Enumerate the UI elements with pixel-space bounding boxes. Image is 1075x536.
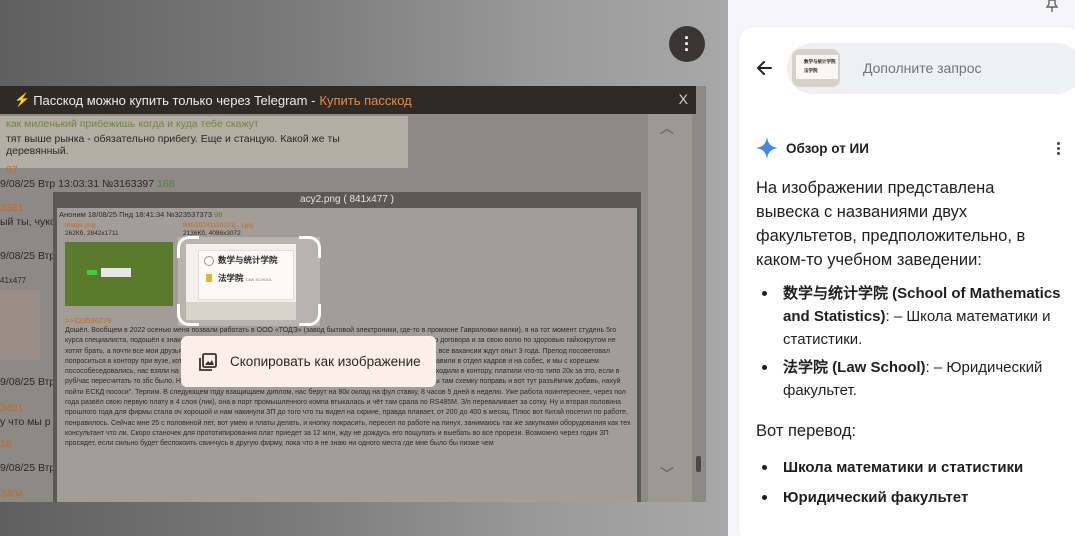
post-ref: 97 bbox=[6, 164, 18, 176]
post-meta: 9/08/25 Втр bbox=[0, 462, 56, 474]
post-number: 3401 bbox=[0, 402, 24, 414]
post-meta: 9/08/25 Втр bbox=[0, 250, 56, 262]
post-meta-count: 168 bbox=[157, 178, 175, 190]
emblem-icon bbox=[204, 256, 214, 266]
file-info: 262Кб, 2842x1711 bbox=[65, 230, 119, 237]
pcb-led bbox=[87, 270, 97, 275]
thumbnail-line-2: 法学院 bbox=[804, 68, 818, 73]
post-snippet: ый ты, чуко bbox=[0, 216, 56, 228]
thumbnail-line-1: 数学与统计学院 bbox=[804, 59, 836, 64]
ai-overview-title: Обзор от ИИ bbox=[786, 140, 869, 156]
post-number: 3404 bbox=[0, 488, 24, 500]
selection-handle-bottom-left[interactable] bbox=[177, 304, 199, 326]
copy-image-icon bbox=[199, 352, 217, 371]
file-name: IMG20241110101[...].jpg bbox=[183, 222, 254, 229]
ai-overview-menu-icon[interactable] bbox=[1051, 140, 1065, 158]
pcb-thumbnail bbox=[65, 242, 173, 306]
emblem-yellow bbox=[206, 274, 212, 282]
quote-line: как миленький прибежишь когда и куда теб… bbox=[6, 118, 259, 130]
post-meta: 9/08/25 Втр 13:03:31 №3163397 168 bbox=[0, 178, 175, 190]
search-input[interactable]: Дополните запрос bbox=[863, 43, 982, 94]
translation-heading: Вот перевод: bbox=[756, 422, 857, 440]
post-text: тят выше рынка - обязательно прибегу. Ещ… bbox=[6, 133, 340, 157]
buy-passcode-link: Купить пасскод bbox=[319, 92, 412, 108]
copy-as-image-label: Скопировать как изображение bbox=[230, 354, 421, 369]
post-thumbnail bbox=[0, 290, 40, 360]
sign-line-2-text: 法学院 bbox=[218, 273, 244, 283]
forum-post-snippet: как миленький прибежишь когда и куда теб… bbox=[0, 116, 408, 176]
sign-line-1: 数学与统计学院 bbox=[218, 255, 278, 265]
bullet-icon bbox=[762, 291, 767, 296]
banner-close-icon: X bbox=[678, 91, 688, 107]
copy-as-image-button[interactable]: Скопировать как изображение bbox=[181, 336, 436, 387]
post-number: 3381 bbox=[0, 202, 24, 214]
faculty-name: 法学院 (Law School) bbox=[783, 359, 926, 376]
telegram-banner: ⚡ Пасскод можно купить только через Tele… bbox=[0, 86, 696, 114]
chevron-down-icon: ﹀ bbox=[660, 466, 674, 482]
reply-link: >>323536279 bbox=[65, 316, 112, 325]
more-options-button[interactable]: · · · bbox=[669, 26, 705, 62]
viewer-title: acy2.png ( 841x477 ) bbox=[300, 194, 394, 205]
bolt-icon: ⚡ bbox=[14, 92, 31, 107]
pcb-chip bbox=[101, 268, 131, 277]
search-box[interactable]: 数学与统计学院 法学院 Дополните запрос bbox=[787, 43, 1075, 94]
file-name: image.png bbox=[65, 222, 96, 229]
selection-handle-top-right[interactable] bbox=[299, 236, 321, 258]
post-snippet: у что мы р bbox=[0, 416, 51, 428]
scroll-column: ︿ ﹀ bbox=[648, 114, 692, 502]
post-meta: 9/08/25 Втр bbox=[0, 376, 56, 388]
query-image-thumbnail[interactable]: 数学与统计学院 法学院 bbox=[792, 49, 840, 87]
back-arrow-icon[interactable] bbox=[753, 57, 775, 79]
inner-post-header: Аноним 18/08/25 Пнд 18:41:34 №323537373 … bbox=[59, 210, 222, 219]
selected-image[interactable]: 数学与统计学院 法学院 LAW SCHOOL bbox=[186, 244, 296, 320]
ai-overview-header: Обзор от ИИ bbox=[756, 137, 869, 159]
bullet-icon bbox=[762, 465, 767, 470]
bullet-icon bbox=[762, 495, 767, 500]
selection-handle-top-left[interactable] bbox=[177, 236, 199, 258]
translation-item: Юридический факультет bbox=[783, 489, 969, 506]
analyzed-screenshot: ⚡ Пасскод можно купить только через Tele… bbox=[0, 86, 706, 502]
translation-item: Школа математики и статистики bbox=[783, 459, 1024, 476]
photo-shadow bbox=[186, 302, 296, 320]
post-ref: 18 bbox=[0, 438, 12, 450]
more-vert-icon: · · · bbox=[684, 28, 690, 60]
inner-post-header-text: Аноним 18/08/25 Пнд 18:41:34 №323537373 bbox=[59, 210, 213, 219]
banner-text: Пасскод можно купить только через Telegr… bbox=[33, 92, 316, 108]
pin-icon[interactable] bbox=[1044, 0, 1060, 12]
post-snippet: 41x477 bbox=[0, 276, 27, 285]
bullet-icon bbox=[762, 365, 767, 370]
sign-line-2-small: LAW SCHOOL bbox=[245, 277, 273, 282]
lens-canvas[interactable]: · · · ⚡ Пасскод можно купить только через … bbox=[0, 0, 728, 536]
sparkle-icon bbox=[756, 137, 778, 159]
faculty-item: 数学与统计学院 (School of Mathematics and Stati… bbox=[783, 282, 1075, 351]
chevron-up-icon: ︿ bbox=[660, 120, 674, 136]
ai-overview-summary: На изображении представлена вывеска с на… bbox=[756, 179, 1026, 269]
faculty-item: 法学院 (Law School): – Юридический факульте… bbox=[783, 356, 1075, 402]
post-meta-text: 9/08/25 Втр 13:03:31 №3163397 bbox=[0, 178, 155, 190]
inner-post-count: 98 bbox=[214, 210, 223, 219]
scrollbar-thumb bbox=[696, 456, 701, 472]
sign-line-2: 法学院 LAW SCHOOL bbox=[218, 272, 272, 284]
